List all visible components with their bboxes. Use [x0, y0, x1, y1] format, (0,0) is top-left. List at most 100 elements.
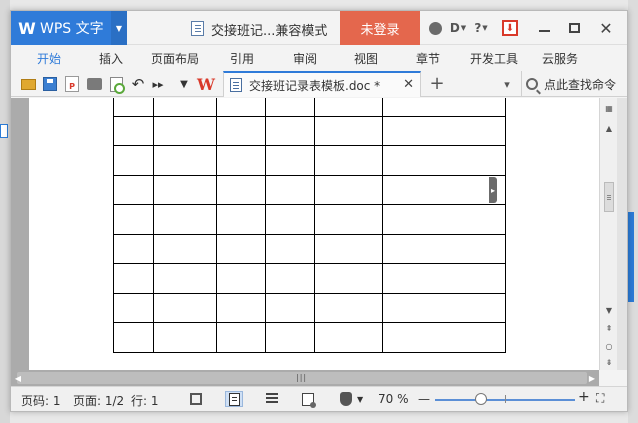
skin-icon[interactable] [427, 20, 443, 36]
help-icon[interactable]: ? ▼ [471, 20, 491, 36]
zoom-level[interactable]: 70 % [378, 392, 409, 406]
table-cell[interactable] [265, 174, 315, 205]
status-pages[interactable]: 页面: 1/2 [73, 392, 124, 409]
table-cell[interactable] [216, 98, 266, 117]
web-layout-icon[interactable] [299, 391, 317, 408]
close-button[interactable]: ✕ [593, 17, 619, 39]
table-cell[interactable] [382, 204, 506, 235]
previous-page-icon[interactable]: ⇞ [600, 320, 618, 336]
table-cell[interactable] [382, 145, 506, 176]
page-view-icon[interactable] [225, 391, 243, 407]
table-cell[interactable] [113, 98, 154, 117]
horizontal-scrollbar[interactable]: ◀ ||| ▶ [11, 370, 599, 386]
table-cell[interactable] [382, 98, 506, 117]
zoom-slider-knob[interactable] [475, 393, 487, 405]
table-cell[interactable] [314, 322, 383, 353]
table-cell[interactable] [382, 174, 506, 205]
open-folder-icon[interactable] [19, 75, 37, 93]
tab-home[interactable]: 开始 [37, 46, 61, 70]
undo-icon[interactable]: ↶ [129, 75, 147, 93]
save-icon[interactable] [41, 75, 59, 93]
table-cell[interactable] [265, 204, 315, 235]
table-cell[interactable] [382, 263, 506, 294]
table-cell[interactable] [382, 233, 506, 264]
table-cell[interactable] [216, 204, 266, 235]
zoom-in-button[interactable]: + [578, 389, 590, 405]
tab-references[interactable]: 引用 [230, 46, 254, 70]
tab-review[interactable]: 审阅 [293, 46, 317, 70]
table-cell[interactable] [216, 233, 266, 264]
eye-protection-icon[interactable] [337, 391, 355, 407]
table-cell[interactable] [113, 233, 154, 264]
tab-insert[interactable]: 插入 [99, 46, 123, 70]
status-page-number[interactable]: 页码: 1 [21, 392, 61, 409]
tab-chapter[interactable]: 章节 [416, 46, 440, 70]
command-search[interactable]: 点此查找命令 [521, 71, 616, 97]
login-button[interactable]: 未登录 [340, 11, 420, 45]
table-cell[interactable] [113, 174, 154, 205]
eye-protection-dropdown-icon[interactable]: ▼ [357, 395, 363, 404]
dropdown-arrow-icon[interactable]: ▼ [175, 75, 193, 93]
shift-handover-table[interactable] [113, 98, 506, 353]
table-cell[interactable] [382, 322, 506, 353]
table-cell[interactable] [153, 98, 217, 117]
table-cell[interactable] [113, 145, 154, 176]
maximize-button[interactable] [561, 17, 587, 39]
table-cell[interactable] [216, 322, 266, 353]
table-cell[interactable] [314, 115, 383, 146]
table-cell[interactable] [265, 98, 315, 117]
table-cell[interactable] [113, 263, 154, 294]
table-cell[interactable] [113, 292, 154, 323]
document-canvas[interactable]: ▸ [11, 98, 599, 370]
zoom-out-button[interactable]: — [418, 392, 430, 406]
d-menu-icon[interactable]: D ▼ [447, 20, 469, 36]
scroll-up-icon[interactable]: ▲ [600, 120, 618, 136]
tab-cloud[interactable]: 云服务 [542, 46, 578, 70]
fit-window-icon[interactable] [187, 391, 205, 407]
collapse-panel-handle[interactable]: ▸ [489, 177, 497, 203]
tab-page-layout[interactable]: 页面布局 [151, 46, 199, 70]
table-cell[interactable] [113, 204, 154, 235]
table-cell[interactable] [153, 145, 217, 176]
table-cell[interactable] [382, 115, 506, 146]
print-icon[interactable] [85, 75, 103, 93]
tab-developer[interactable]: 开发工具 [470, 46, 518, 70]
split-view-icon[interactable]: ▦ [600, 100, 618, 116]
table-cell[interactable] [314, 263, 383, 294]
table-cell[interactable] [314, 292, 383, 323]
table-cell[interactable] [216, 263, 266, 294]
table-cell[interactable] [216, 174, 266, 205]
table-cell[interactable] [216, 145, 266, 176]
table-cell[interactable] [113, 322, 154, 353]
table-cell[interactable] [314, 174, 383, 205]
close-tab-icon[interactable]: ✕ [403, 77, 414, 92]
table-cell[interactable] [314, 233, 383, 264]
status-line[interactable]: 行: 1 [131, 392, 159, 409]
next-page-icon[interactable]: ⇟ [600, 354, 618, 370]
app-menu-button[interactable]: W WPS 文字 ▼ [11, 11, 127, 45]
table-cell[interactable] [153, 292, 217, 323]
browse-object-icon[interactable]: ○ [600, 338, 618, 354]
arrange-icon[interactable]: ▾ [499, 76, 515, 92]
new-tab-button[interactable]: + [427, 73, 447, 94]
table-cell[interactable] [153, 322, 217, 353]
export-pdf-icon[interactable]: P [63, 75, 81, 93]
table-cell[interactable] [265, 292, 315, 323]
wps-logo-icon[interactable]: W [197, 75, 215, 94]
table-cell[interactable] [153, 263, 217, 294]
table-cell[interactable] [265, 233, 315, 264]
outline-view-icon[interactable] [263, 391, 281, 407]
vertical-scroll-thumb[interactable] [604, 182, 614, 212]
scroll-right-icon[interactable]: ▶ [587, 372, 597, 384]
table-cell[interactable] [382, 292, 506, 323]
minimize-button[interactable] [531, 17, 557, 39]
table-cell[interactable] [314, 98, 383, 117]
table-cell[interactable] [216, 292, 266, 323]
table-cell[interactable] [153, 204, 217, 235]
print-preview-icon[interactable] [107, 75, 125, 94]
table-cell[interactable] [113, 115, 154, 146]
table-cell[interactable] [265, 263, 315, 294]
table-cell[interactable] [153, 233, 217, 264]
app-menu-dropdown-icon[interactable]: ▼ [111, 11, 127, 45]
vertical-scrollbar[interactable]: ▦ ▲ ▼ ⇞ ○ ⇟ [599, 98, 617, 370]
